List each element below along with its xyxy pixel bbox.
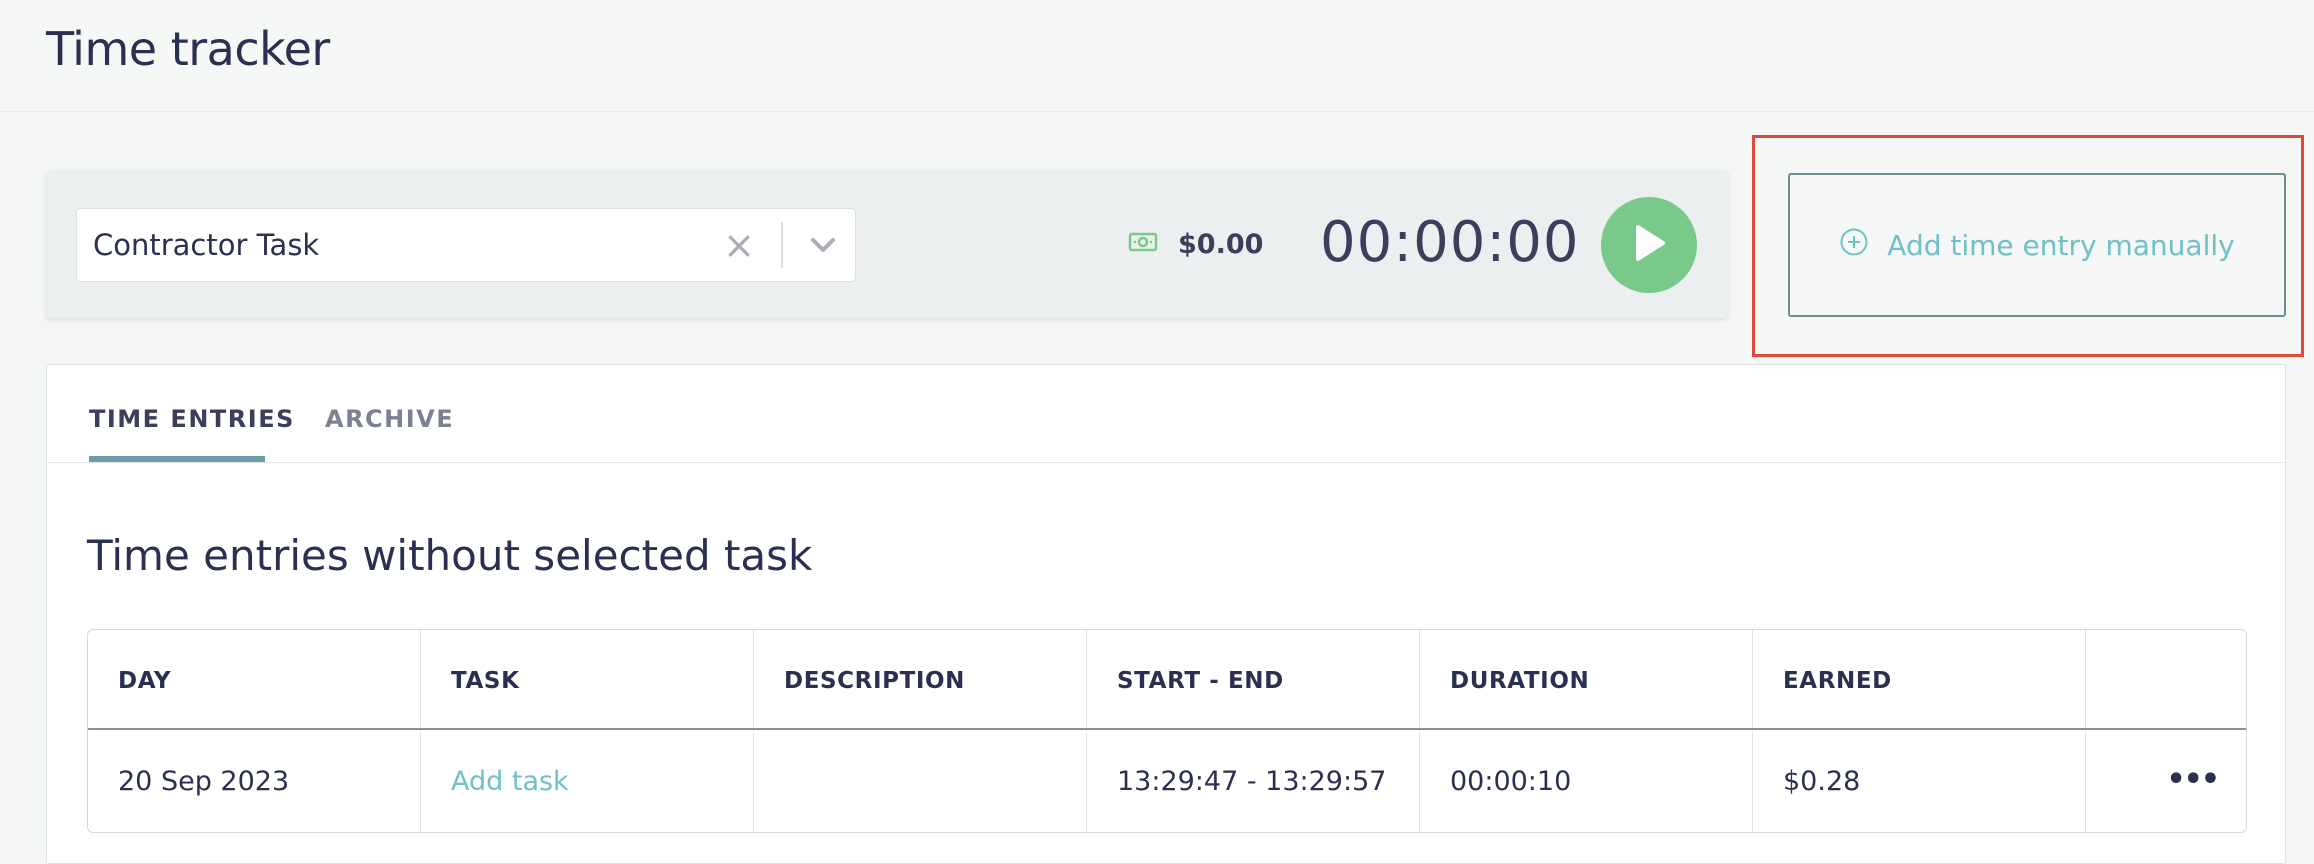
active-tab-indicator (89, 456, 265, 462)
start-timer-button[interactable] (1601, 197, 1697, 293)
cell-description (754, 732, 1087, 832)
entries-table: DAY TASK DESCRIPTION START - END DURATIO… (87, 629, 2247, 833)
cell-task: Add task (421, 732, 754, 832)
tabs: TIME ENTRIES ARCHIVE (47, 365, 2285, 463)
header-task: TASK (421, 630, 754, 728)
select-separator (781, 222, 783, 268)
table-row: 20 Sep 2023 Add task 13:29:47 - 13:29:57… (88, 732, 2246, 832)
cell-earned: $0.28 (1753, 732, 2086, 832)
plus-circle-icon (1839, 227, 1869, 264)
header-description-label: DESCRIPTION (784, 668, 966, 694)
timer-display: 00:00:00 (1320, 210, 1580, 275)
header-earned: EARNED (1753, 630, 2086, 728)
cell-day: 20 Sep 2023 (88, 732, 421, 832)
cell-duration: 00:00:10 (1420, 732, 1753, 832)
more-horizontal-icon[interactable]: ••• (2166, 762, 2220, 797)
page-title: Time tracker (46, 22, 330, 76)
amount-value: $0.00 (1178, 228, 1264, 260)
header-task-label: TASK (451, 668, 520, 694)
chevron-down-icon[interactable] (803, 224, 843, 266)
tab-time-entries[interactable]: TIME ENTRIES (89, 405, 295, 433)
header-earned-label: EARNED (1783, 668, 1892, 694)
add-time-entry-label: Add time entry manually (1887, 228, 2235, 262)
tracker-bar: Contractor Task × $0.00 00:00:00 (46, 170, 1728, 318)
page-header: Time tracker (0, 0, 2314, 112)
task-select[interactable]: Contractor Task × (76, 208, 856, 282)
earned-amount: $0.00 (1128, 226, 1263, 262)
cell-earned-value: $0.28 (1783, 766, 1861, 797)
task-select-value: Contractor Task (93, 228, 320, 262)
header-description: DESCRIPTION (754, 630, 1087, 728)
cell-duration-value: 00:00:10 (1450, 766, 1572, 797)
add-time-entry-button[interactable]: Add time entry manually (1788, 173, 2286, 317)
table-header: DAY TASK DESCRIPTION START - END DURATIO… (88, 630, 2246, 730)
play-icon (1627, 219, 1671, 271)
tab-archive[interactable]: ARCHIVE (325, 405, 454, 433)
header-duration-label: DURATION (1450, 668, 1590, 694)
section-title: Time entries without selected task (87, 531, 813, 580)
banknote-icon (1128, 231, 1158, 257)
close-icon[interactable]: × (719, 222, 759, 268)
header-start-end: START - END (1087, 630, 1420, 728)
header-day: DAY (88, 630, 421, 728)
header-actions (2086, 630, 2246, 728)
header-duration: DURATION (1420, 630, 1753, 728)
header-start-end-label: START - END (1117, 668, 1284, 694)
add-task-link[interactable]: Add task (451, 766, 569, 797)
cell-day-value: 20 Sep 2023 (118, 766, 290, 797)
header-day-label: DAY (118, 668, 172, 694)
cell-start-end-value: 13:29:47 - 13:29:57 (1117, 766, 1387, 797)
cell-actions: ••• (2086, 732, 2246, 832)
entries-card: TIME ENTRIES ARCHIVE Time entries withou… (46, 364, 2286, 864)
cell-start-end: 13:29:47 - 13:29:57 (1087, 732, 1420, 832)
